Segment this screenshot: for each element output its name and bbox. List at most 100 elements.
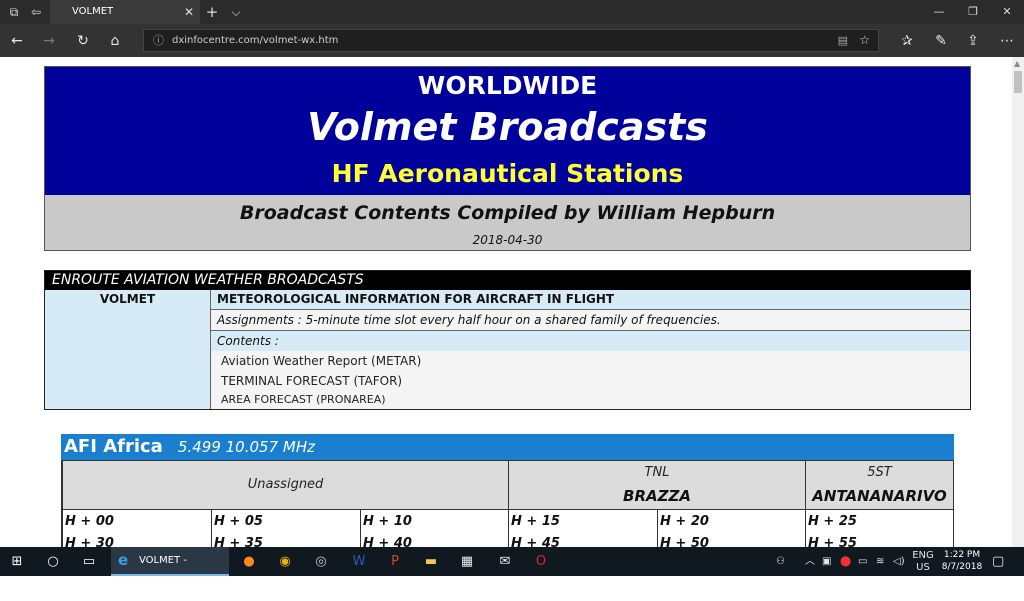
page-content: WORLDWIDE Volmet Broadcasts HF Aeronauti…	[0, 57, 1012, 547]
battery-icon[interactable]: ▭	[858, 547, 867, 576]
time-slot-cell: H + 20 H + 50	[657, 510, 806, 547]
tray-app-icon[interactable]: ▣	[822, 547, 831, 576]
enroute-table: ENROUTE AVIATION WEATHER BROADCASTS VOLM…	[44, 270, 971, 410]
vertical-scrollbar[interactable]: ▲	[1012, 57, 1024, 547]
compiled-by: Broadcast Contents Compiled by William H…	[239, 202, 776, 224]
banner-worldwide: WORLDWIDE	[417, 71, 598, 100]
time-slot: H + 20	[660, 514, 709, 529]
banner-grey-area: Broadcast Contents Compiled by William H…	[45, 195, 970, 250]
taskbar-edge-active[interactable]: e VOLMET - Microso...	[111, 547, 229, 593]
time-slot: H + 00	[65, 514, 114, 529]
header-banner: WORLDWIDE Volmet Broadcasts HF Aeronauti…	[44, 66, 971, 251]
pen-icon[interactable]: ✎	[930, 30, 952, 52]
tab-close-icon[interactable]: ✕	[184, 0, 194, 24]
tray-record-icon[interactable]: ⬤	[840, 547, 851, 576]
time-slot: H + 55	[808, 536, 857, 547]
time-slot: H + 15	[511, 514, 560, 529]
refresh-icon[interactable]: ↻	[72, 30, 94, 52]
assignments-text: Assignments : 5-minute time slot every h…	[211, 310, 970, 331]
banner-title: Volmet Broadcasts	[307, 105, 708, 149]
firefox-icon[interactable]: ●	[238, 551, 260, 573]
back-icon[interactable]: ←	[6, 30, 28, 52]
africa-schedule-table: Unassigned TNL BRAZZA 5ST ANTANANARIVO H…	[61, 460, 954, 547]
share-icon[interactable]: ⇪	[962, 30, 984, 52]
tab-volmet[interactable]: VOLMET ✕	[50, 0, 200, 24]
language-indicator[interactable]: ENG US	[912, 550, 934, 574]
taskbar-active-title: VOLMET - Microso...	[139, 555, 187, 593]
time-slot: H + 50	[660, 536, 709, 547]
language-code: ENG	[912, 550, 934, 561]
time-slot-cell: H + 05 H + 35	[211, 510, 361, 547]
station-code: 5ST	[867, 465, 892, 480]
title-bar: ⧉ ⇦ VOLMET ✕ + ⌵ — ❐ ✕	[0, 0, 1024, 24]
reading-view-icon[interactable]: ▤	[838, 30, 848, 51]
time-slot: H + 45	[511, 536, 560, 547]
more-icon[interactable]: ⋯	[996, 30, 1018, 52]
home-icon[interactable]: ⌂	[104, 30, 126, 52]
tab-title: VOLMET	[72, 6, 114, 17]
volume-icon[interactable]: ◁)	[893, 547, 905, 576]
region-name: AFI Africa	[64, 436, 163, 457]
clock-time: 1:22 PM	[943, 550, 981, 560]
time-slot: H + 35	[214, 536, 263, 547]
station-name: ANTANANARIVO	[812, 487, 947, 505]
enroute-header: ENROUTE AVIATION WEATHER BROADCASTS	[45, 271, 970, 290]
time-slot: H + 25	[808, 514, 857, 529]
favorite-star-icon[interactable]: ☆	[859, 30, 870, 51]
volmet-title: METEOROLOGICAL INFORMATION FOR AIRCRAFT …	[211, 290, 970, 310]
unassigned-cell: Unassigned	[62, 460, 509, 510]
contents-label: Contents :	[211, 331, 970, 351]
url-text: dxinfocentre.com/volmet-wx.htm	[172, 35, 339, 46]
task-view-icon[interactable]: ▭	[78, 551, 100, 573]
time-slot: H + 40	[363, 536, 412, 547]
store-icon[interactable]: ▦	[456, 551, 478, 573]
time-slot-cell: H + 10 H + 40	[360, 510, 509, 547]
region-frequencies: 5.499 10.057 MHz	[177, 438, 315, 456]
africa-region-header: AFI Africa 5.499 10.057 MHz	[61, 434, 954, 460]
mail-icon[interactable]: ✉	[494, 551, 516, 573]
wifi-icon[interactable]: ≋	[876, 547, 884, 576]
time-slot-cell: H + 25 H + 55	[805, 510, 954, 547]
clock[interactable]: 1:22 PM 8/7/2018	[936, 549, 988, 573]
set-aside-tabs-icon[interactable]: ⇦	[28, 4, 44, 20]
time-slot: H + 10	[363, 514, 412, 529]
file-explorer-icon[interactable]: ▬	[420, 551, 442, 573]
word-icon[interactable]: W	[348, 551, 370, 573]
powerpoint-icon[interactable]: P	[384, 551, 406, 573]
windows-icon[interactable]: ⊞	[6, 551, 28, 573]
station-cell-brazza: TNL BRAZZA	[508, 460, 806, 510]
compiled-date: 2018-04-30	[472, 233, 543, 247]
time-slot-cell: H + 15 H + 45	[508, 510, 658, 547]
maximize-button[interactable]: ❐	[956, 0, 990, 24]
volmet-label-cell: VOLMET	[45, 290, 211, 409]
tabs-aside-icon[interactable]: ⧉	[6, 4, 22, 20]
notifications-icon[interactable]: ▢	[992, 547, 1004, 576]
unassigned-label: Unassigned	[247, 477, 324, 492]
minimize-button[interactable]: —	[922, 0, 956, 24]
content-item-metar: Aviation Weather Report (METAR)	[211, 351, 970, 371]
edge-icon: e	[118, 551, 129, 569]
banner-subtitle: HF Aeronautical Stations	[331, 159, 684, 188]
opera-icon[interactable]: O	[530, 551, 552, 573]
forward-icon[interactable]: →	[38, 30, 60, 52]
people-icon[interactable]: ⚇	[776, 547, 785, 576]
time-slot: H + 05	[214, 514, 263, 529]
obs-icon[interactable]: ◎	[310, 551, 332, 573]
station-cell-antananarivo: 5ST ANTANANARIVO	[805, 460, 954, 510]
address-bar[interactable]: ⓘ dxinfocentre.com/volmet-wx.htm ▤ ☆	[143, 29, 879, 52]
region-code: US	[916, 562, 930, 573]
scroll-up-icon[interactable]: ▲	[1014, 59, 1020, 68]
station-name: BRAZZA	[623, 487, 691, 505]
site-info-icon[interactable]: ⓘ	[153, 30, 164, 51]
search-icon[interactable]: ○	[42, 551, 64, 573]
time-slot: H + 30	[65, 536, 114, 547]
show-hidden-icons[interactable]: ︿	[805, 547, 815, 576]
new-tab-button[interactable]: +	[204, 4, 220, 20]
tab-list-icon[interactable]: ⌵	[228, 4, 244, 20]
scroll-thumb[interactable]	[1014, 71, 1022, 93]
volmet-label: VOLMET	[99, 292, 156, 306]
chrome-icon[interactable]: ◉	[274, 551, 296, 573]
content-item-tafor: TERMINAL FORECAST (TAFOR)	[211, 371, 970, 391]
close-window-button[interactable]: ✕	[990, 0, 1024, 24]
favorites-icon[interactable]: ✰	[896, 30, 918, 52]
